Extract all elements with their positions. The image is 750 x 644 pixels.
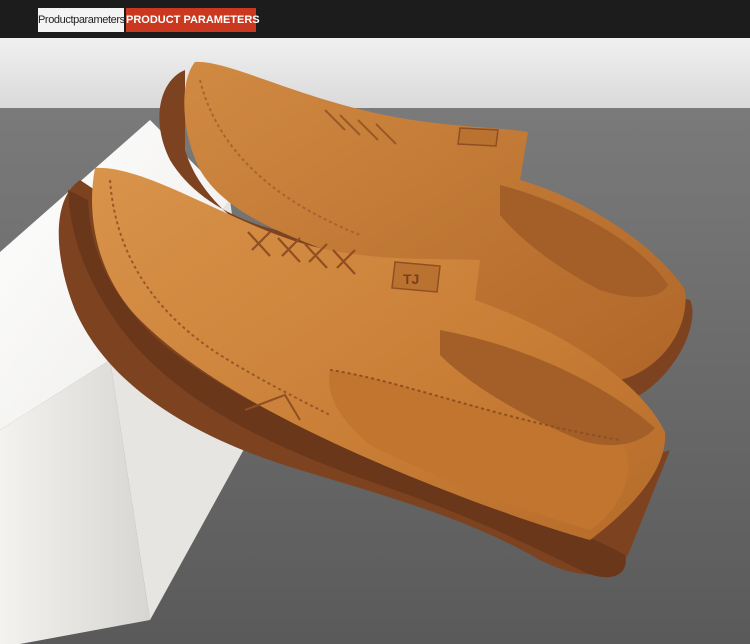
wall-background: [0, 38, 750, 110]
product-parameters-caps-label: PRODUCT PARAMETERS: [126, 8, 260, 32]
product-parameters-label: Productparameters: [38, 8, 124, 32]
header-bar: Productparameters PRODUCT PARAMETERS: [0, 0, 750, 38]
product-photo: TJ: [0, 38, 750, 644]
insole-logo: TJ: [403, 271, 419, 287]
